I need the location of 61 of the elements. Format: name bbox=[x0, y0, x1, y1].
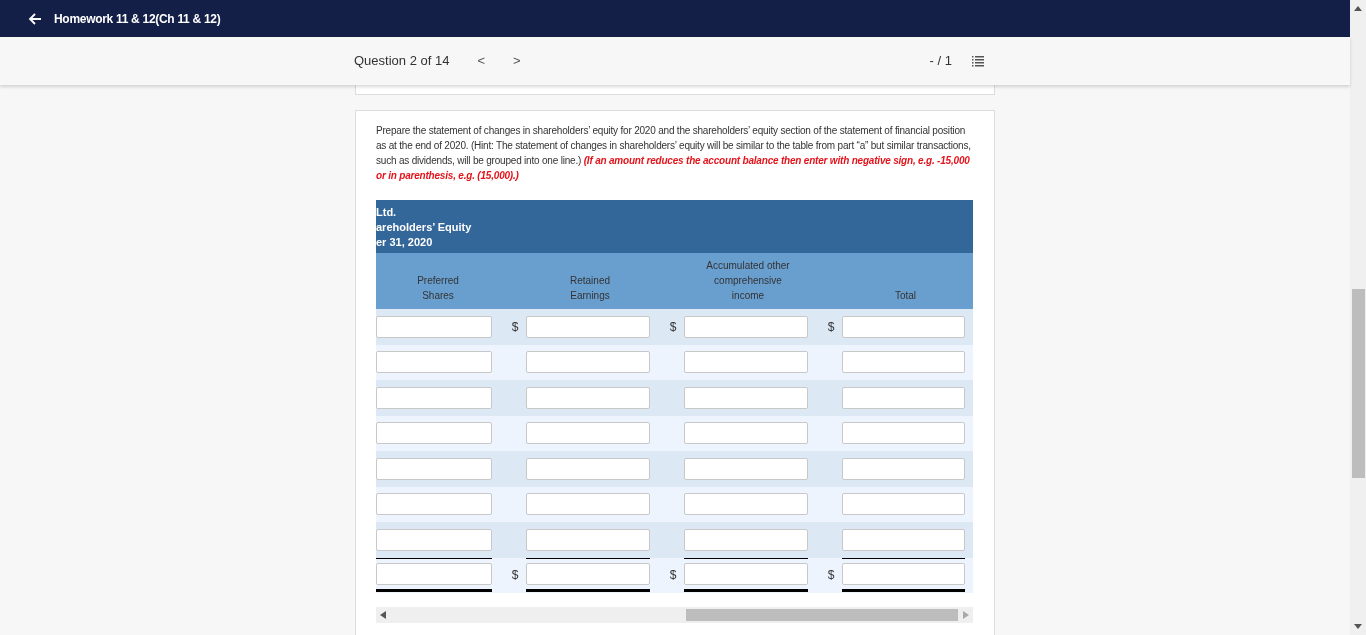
amount-input[interactable] bbox=[376, 563, 492, 586]
dollar-sign: $ bbox=[826, 318, 836, 336]
previous-button[interactable]: < bbox=[473, 51, 489, 71]
amount-input[interactable] bbox=[376, 457, 492, 480]
amount-input[interactable] bbox=[526, 493, 650, 516]
scroll-down-icon[interactable] bbox=[1354, 624, 1362, 629]
dollar-sign: $ bbox=[826, 567, 836, 585]
amount-input[interactable] bbox=[842, 563, 965, 586]
amount-input[interactable] bbox=[376, 351, 492, 374]
amount-input[interactable] bbox=[842, 528, 965, 551]
amount-input[interactable] bbox=[376, 315, 492, 338]
amount-input[interactable] bbox=[842, 351, 965, 374]
column-header: Total bbox=[894, 289, 917, 303]
assignment-title: Homework 11 & 12(Ch 11 & 12) bbox=[54, 10, 221, 28]
dollar-sign: $ bbox=[510, 567, 520, 585]
statement-title-line: areholders’ Equity bbox=[376, 220, 472, 235]
amount-input[interactable] bbox=[684, 493, 808, 516]
score: - / 1 bbox=[929, 52, 952, 71]
statement-title-line: Ltd. bbox=[376, 205, 397, 220]
amount-input[interactable] bbox=[684, 528, 808, 551]
scroll-up-icon[interactable] bbox=[1354, 6, 1362, 11]
amount-input[interactable] bbox=[526, 386, 650, 409]
dollar-sign: $ bbox=[668, 567, 678, 585]
list-icon[interactable] bbox=[972, 55, 984, 67]
next-button[interactable]: > bbox=[509, 51, 525, 71]
amount-input[interactable] bbox=[684, 422, 808, 445]
amount-input[interactable] bbox=[376, 493, 492, 516]
scrollbar-thumb[interactable] bbox=[686, 609, 958, 621]
vertical-scrollbar[interactable] bbox=[1350, 0, 1366, 635]
amount-input[interactable] bbox=[842, 493, 965, 516]
question-text: Prepare the statement of changes in shareholders’ equity for 2020 and the shareholders’ equity section of the statement of financial position as at the end of 2020. (Hint: The statement of changes in shareholders’ equity will be similar to the table from part “a” but similar transactions, such as dividends, will be grouped into one line.) (If an amount reduces the account balance then enter with negative sign, e.g. -15,000 or in parenthesis, e.g. (15,000).) bbox=[376, 124, 972, 183]
amount-input[interactable] bbox=[684, 457, 808, 480]
amount-input[interactable] bbox=[684, 351, 808, 374]
amount-input[interactable] bbox=[842, 457, 965, 480]
amount-input[interactable] bbox=[526, 422, 650, 445]
horizontal-scrollbar[interactable] bbox=[376, 607, 973, 623]
amount-input[interactable] bbox=[842, 315, 965, 338]
amount-input[interactable] bbox=[376, 386, 492, 409]
back-arrow-icon[interactable] bbox=[28, 11, 42, 26]
amount-input[interactable] bbox=[376, 528, 492, 551]
amount-input[interactable] bbox=[526, 528, 650, 551]
amount-input[interactable] bbox=[684, 386, 808, 409]
scroll-left-icon[interactable] bbox=[380, 611, 386, 619]
scroll-right-icon[interactable] bbox=[963, 611, 969, 619]
column-header: Preferred Shares bbox=[417, 274, 459, 303]
scrollbar-thumb[interactable] bbox=[1351, 289, 1365, 478]
column-header: Accumulated other comprehensive income bbox=[706, 259, 790, 303]
column-header: Retained Earnings bbox=[570, 274, 610, 303]
amount-input[interactable] bbox=[842, 386, 965, 409]
question-position: Question 2 of 14 bbox=[354, 52, 450, 71]
amount-input[interactable] bbox=[376, 422, 492, 445]
amount-input[interactable] bbox=[526, 315, 650, 338]
dollar-sign: $ bbox=[668, 318, 678, 336]
amount-input[interactable] bbox=[684, 563, 808, 586]
dollar-sign: $ bbox=[510, 318, 520, 336]
amount-input[interactable] bbox=[526, 563, 650, 586]
amount-input[interactable] bbox=[526, 351, 650, 374]
amount-input[interactable] bbox=[842, 422, 965, 445]
statement-title-line: er 31, 2020 bbox=[376, 235, 433, 250]
amount-input[interactable] bbox=[526, 457, 650, 480]
amount-input[interactable] bbox=[684, 315, 808, 338]
